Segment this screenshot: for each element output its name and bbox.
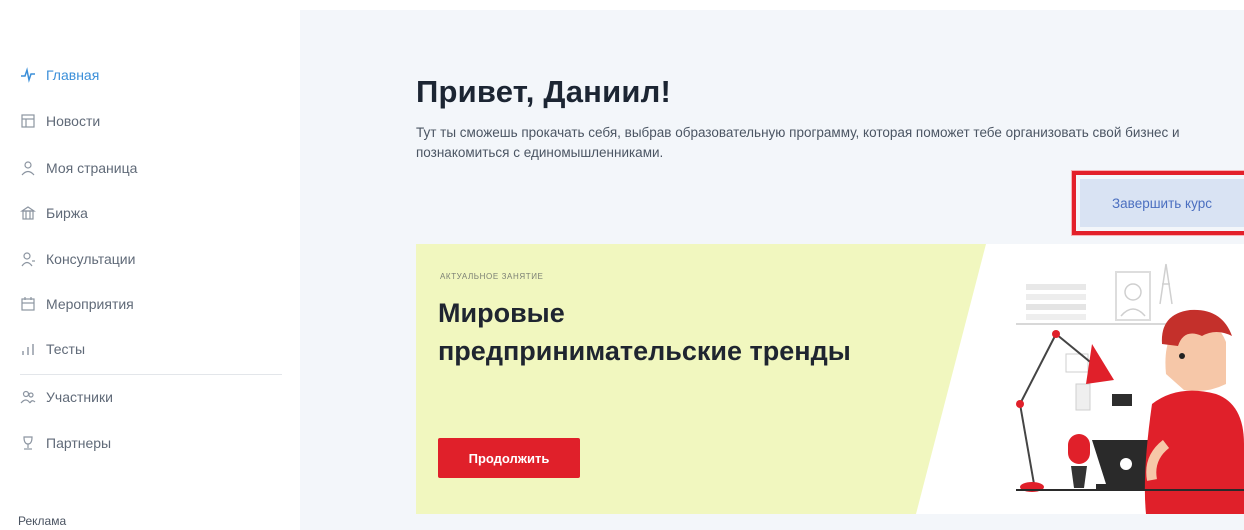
card-kicker: АКТУАЛЬНОЕ ЗАНЯТИЕ [440, 272, 544, 281]
current-lesson-card: АКТУАЛЬНОЕ ЗАНЯТИЕ Мировые предпринимате… [416, 244, 1244, 514]
sidebar-item-label: Новости [46, 113, 101, 129]
top-bar [300, 0, 1244, 10]
sidebar-item-tests[interactable]: Тесты [20, 341, 85, 357]
card-title: Мировые предпринимательские тренды [438, 298, 851, 366]
sidebar-item-label: Консультации [46, 251, 136, 267]
pulse-icon [20, 67, 36, 83]
partner-icon [20, 435, 36, 451]
consult-icon [20, 251, 36, 267]
bar-chart-icon [20, 341, 36, 357]
sidebar-divider [20, 374, 282, 375]
finish-course-button[interactable]: Завершить курс [1080, 179, 1244, 227]
sidebar-item-label: Партнеры [46, 435, 112, 451]
sidebar-item-events[interactable]: Мероприятия [20, 296, 134, 312]
intro-text: Тут ты сможешь прокачать себя, выбрав об… [416, 125, 1180, 160]
sidebar-item-exchange[interactable]: Биржа [20, 205, 88, 221]
sidebar-item-participants[interactable]: Участники [20, 389, 113, 405]
sidebar-item-news[interactable]: Новости [20, 113, 100, 129]
sidebar-item-label: Моя страница [46, 160, 138, 176]
sidebar-item-label: Главная [46, 67, 100, 83]
sidebar-item-partners[interactable]: Партнеры [20, 435, 111, 451]
sidebar-item-label: Участники [46, 389, 113, 405]
user-icon [20, 160, 36, 176]
sidebar-item-consultations[interactable]: Консультации [20, 251, 135, 267]
workspace-illustration [916, 244, 1244, 514]
sidebar-item-label: Мероприятия [46, 296, 134, 312]
exchange-icon [20, 205, 36, 221]
continue-button[interactable]: Продолжить [438, 438, 580, 478]
sidebar: Главная Новости Моя страница Биржа Консу… [0, 0, 300, 530]
calendar-icon [20, 296, 36, 312]
sidebar-item-label: Биржа [46, 205, 88, 221]
sidebar-item-my-page[interactable]: Моя страница [20, 160, 137, 176]
finish-course-highlight: Завершить курс [1072, 171, 1244, 235]
sidebar-item-home[interactable]: Главная [20, 67, 99, 83]
news-icon [20, 113, 36, 129]
ad-label: Реклама [18, 514, 67, 528]
main-content: Привет, Даниил! Тут ты сможешь прокачать… [300, 0, 1244, 530]
page-title: Привет, Даниил! [416, 74, 672, 109]
sidebar-item-label: Тесты [46, 341, 86, 357]
users-icon [20, 389, 36, 405]
